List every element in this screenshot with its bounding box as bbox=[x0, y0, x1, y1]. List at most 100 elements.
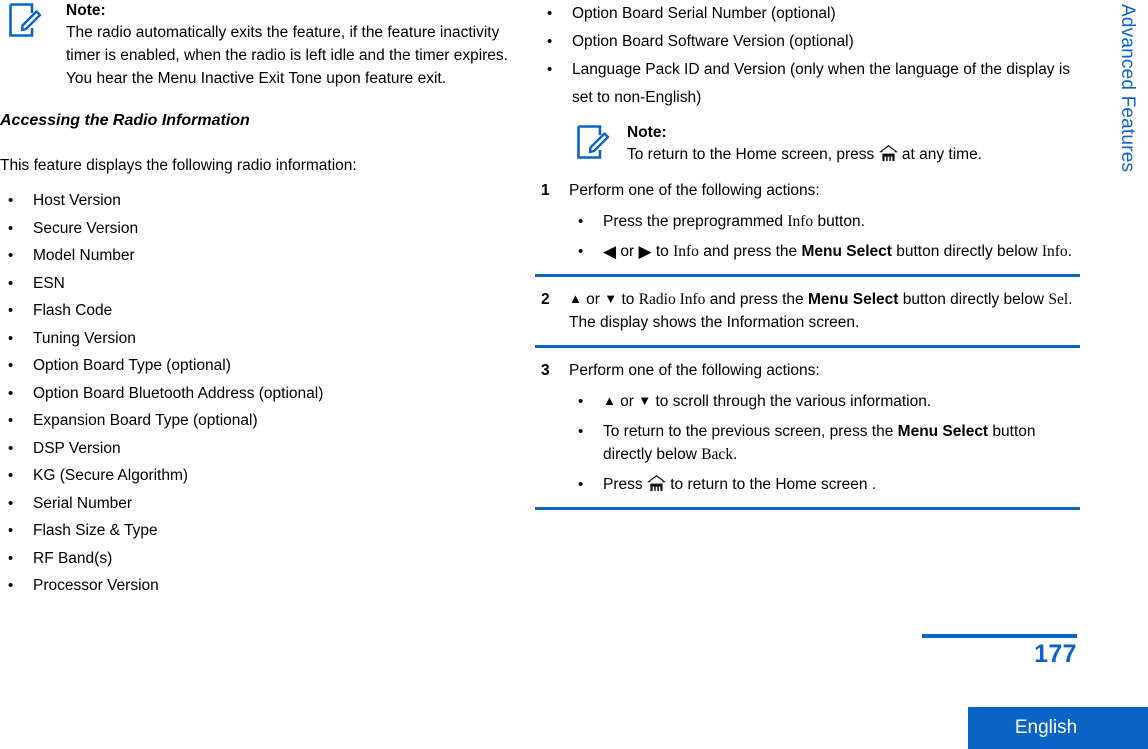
step-number: 3 bbox=[541, 362, 550, 379]
footer-rule bbox=[922, 634, 1077, 638]
radio-information-list-continued: Option Board Serial Number (optional) Opt… bbox=[535, 0, 1080, 112]
page-number: 177 bbox=[1034, 640, 1077, 668]
step-body: Perform one of the following actions: bbox=[569, 182, 820, 199]
list-item: Tuning Version bbox=[0, 325, 520, 353]
list-item: Option Board Bluetooth Address (optional… bbox=[0, 380, 520, 408]
list-item-label: ESN bbox=[33, 274, 65, 292]
arrow-down-icon: ▼ bbox=[638, 393, 652, 408]
step-result: The display shows the Information screen… bbox=[569, 314, 860, 331]
list-item-label: Option Board Serial Number (optional) bbox=[572, 5, 836, 22]
list-item: RF Band(s) bbox=[0, 545, 520, 573]
list-item-label: Option Board Software Version (optional) bbox=[572, 33, 854, 50]
step-text-fragment: To return to the previous screen, press … bbox=[603, 423, 898, 440]
list-item-label: Serial Number bbox=[33, 494, 133, 512]
intro-paragraph: This feature displays the following radi… bbox=[0, 157, 357, 174]
list-item: Model Number bbox=[0, 242, 520, 270]
list-item: Option Board Serial Number (optional) bbox=[535, 0, 1080, 28]
step-text-fragment: Press bbox=[603, 476, 647, 493]
arrow-up-icon: ▲ bbox=[569, 291, 582, 306]
home-icon bbox=[878, 145, 898, 161]
step-number: 1 bbox=[541, 182, 550, 199]
left-column: Note: The radio automatically exits the … bbox=[0, 0, 520, 600]
note-title: Note: bbox=[627, 124, 667, 141]
list-item-label: Tuning Version bbox=[33, 329, 136, 347]
ui-term-label: Sel bbox=[1048, 291, 1069, 308]
step-body: Perform one of the following actions: bbox=[569, 362, 820, 379]
list-item-label: Flash Code bbox=[33, 302, 113, 319]
home-icon bbox=[646, 475, 666, 491]
menu-select-label: Menu Select bbox=[897, 423, 989, 440]
language-badge[interactable]: English bbox=[968, 707, 1148, 749]
ui-term-label: Info bbox=[1041, 243, 1068, 260]
section-heading: Accessing the Radio Information bbox=[0, 112, 250, 129]
step-text-fragment: . bbox=[1068, 291, 1073, 308]
radio-information-list: Host Version Secure Version Model Number ES… bbox=[0, 187, 520, 600]
list-item: Option Board Software Version (optional) bbox=[535, 28, 1080, 56]
arrow-down-icon: ▼ bbox=[604, 291, 618, 306]
list-item-label: DSP Version bbox=[33, 439, 121, 457]
substep-item: To return to the previous screen, press … bbox=[569, 420, 1080, 466]
menu-select-label: Menu Select bbox=[807, 291, 899, 308]
step-text-fragment: or bbox=[581, 291, 605, 308]
substep-item: ◀ or ▶ to Info and press the Menu Select… bbox=[569, 240, 1080, 263]
list-item-label: Model Number bbox=[33, 247, 135, 264]
substep-item: ▲ or ▼ to scroll through the various inf… bbox=[569, 390, 1080, 413]
list-item: Processor Version bbox=[0, 572, 520, 600]
substep-list: Press the preprogrammed Info button. ◀ or… bbox=[569, 210, 1080, 263]
list-item-label: KG (Secure Algorithm) bbox=[33, 467, 189, 484]
list-item-label: Expansion Board Type (optional) bbox=[33, 412, 258, 429]
procedure-step: 1 Perform one of the following actions: Pr… bbox=[535, 168, 1080, 277]
list-item: KG (Secure Algorithm) bbox=[0, 462, 520, 490]
list-item-label: Flash Size & Type bbox=[33, 522, 158, 539]
ui-term-label: Info bbox=[673, 243, 699, 260]
list-item: Serial Number bbox=[0, 490, 520, 518]
list-item: Secure Version bbox=[0, 215, 520, 243]
note-pencil-icon bbox=[8, 2, 42, 38]
note-body: To return to the Home screen, press at a… bbox=[627, 143, 1080, 166]
step-text-fragment: and press the bbox=[705, 291, 808, 308]
note-pencil-icon bbox=[576, 124, 610, 160]
arrow-up-icon: ▲ bbox=[603, 393, 616, 408]
chapter-side-tab: Advanced Features bbox=[1108, 0, 1148, 240]
list-item: Flash Size & Type bbox=[0, 517, 520, 545]
step-text-fragment: Press the preprogrammed bbox=[603, 213, 788, 230]
right-column: Option Board Serial Number (optional) Opt… bbox=[535, 0, 1080, 510]
ui-term-label: Radio Info bbox=[638, 291, 706, 308]
menu-select-label: Menu Select bbox=[801, 243, 892, 260]
note-block-left: Note: The radio automatically exits the … bbox=[0, 0, 520, 90]
ui-term-label: Info bbox=[787, 213, 814, 230]
step-text-fragment: to bbox=[651, 243, 674, 260]
step-text-fragment: to bbox=[617, 291, 639, 308]
list-item-label: Host Version bbox=[33, 192, 121, 209]
list-item-label: Language Pack ID and Version (only when … bbox=[572, 61, 1071, 106]
list-item: Flash Code bbox=[0, 297, 520, 325]
step-text-fragment: or bbox=[616, 243, 639, 260]
note-body: The radio automatically exits the featur… bbox=[66, 24, 508, 87]
list-item-label: Secure Version bbox=[33, 219, 139, 237]
step-text-fragment: to return to the Home screen . bbox=[665, 476, 877, 493]
note-body-text-before: To return to the Home screen, press bbox=[627, 146, 875, 163]
step-text-fragment: button directly below bbox=[891, 243, 1042, 260]
substep-item: Press the preprogrammed Info button. bbox=[569, 210, 1080, 233]
step-text-fragment: . bbox=[733, 446, 738, 463]
arrow-right-icon: ▶ bbox=[638, 242, 652, 261]
language-badge-label: English bbox=[1014, 717, 1078, 738]
list-item: ESN bbox=[0, 270, 520, 298]
note-title: Note: bbox=[66, 2, 106, 19]
list-item: Expansion Board Type (optional) bbox=[0, 407, 520, 435]
chapter-side-tab-label: Advanced Features bbox=[1117, 4, 1138, 173]
step-text-fragment: or bbox=[615, 393, 639, 410]
list-item: DSP Version bbox=[0, 435, 520, 463]
list-item: Language Pack ID and Version (only when … bbox=[535, 56, 1080, 112]
procedure-step: 3 Perform one of the following actions: ▲ … bbox=[535, 348, 1080, 510]
list-item-label: Option Board Bluetooth Address (optional… bbox=[33, 384, 324, 402]
procedure-step: 2 ▲ or ▼ to Radio Info and press the Menu… bbox=[535, 277, 1080, 348]
ui-term-label: Back bbox=[701, 446, 734, 463]
list-item-label: Option Board Type (optional) bbox=[33, 357, 231, 374]
list-item: Host Version bbox=[0, 187, 520, 215]
procedure-steps: 1 Perform one of the following actions: Pr… bbox=[535, 168, 1080, 510]
substep-item: Press to return to the Home screen . bbox=[569, 473, 1080, 496]
list-item-label: Processor Version bbox=[33, 577, 159, 594]
step-body: ▲ or ▼ to Radio Info and press the Menu … bbox=[569, 288, 1080, 311]
step-text-fragment: button directly below bbox=[898, 291, 1049, 308]
